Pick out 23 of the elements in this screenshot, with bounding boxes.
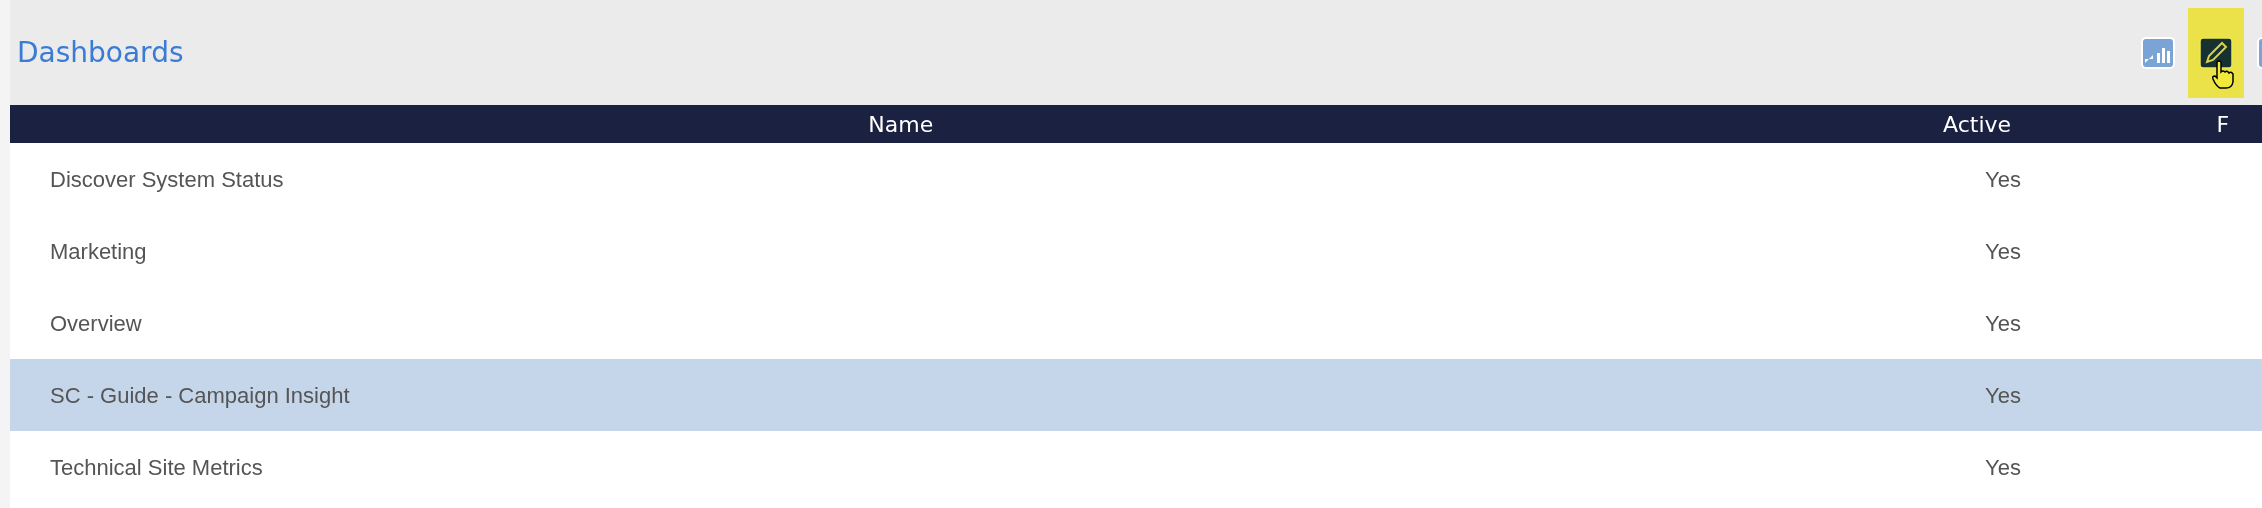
- column-header[interactable]: F: [2162, 107, 2262, 141]
- table-row[interactable]: Technical Site Metrics Yes: [10, 431, 2262, 503]
- dashboard-name: SC - Guide - Campaign Insight: [50, 382, 350, 408]
- dashboard-name: Marketing: [50, 238, 147, 264]
- table-row[interactable]: SC - Guide - Campaign Insight Yes: [10, 359, 2262, 431]
- column-header[interactable]: Active: [1791, 107, 2163, 141]
- active-value: Yes: [1985, 454, 2021, 480]
- hand-cursor-icon: [2210, 59, 2236, 90]
- edit-button[interactable]: [2188, 7, 2244, 98]
- page-title: Dashboards: [16, 34, 184, 71]
- dashboard-name: Discover System Status: [50, 166, 284, 192]
- column-header[interactable]: Name: [10, 107, 1792, 141]
- dashboard-name: Overview: [50, 310, 142, 336]
- table-row[interactable]: Marketing Yes: [10, 215, 2262, 287]
- pencil-icon: [2199, 36, 2233, 69]
- table-row[interactable]: Overview Yes: [10, 287, 2262, 359]
- dashboard-name: Technical Site Metrics: [50, 454, 263, 480]
- active-value: Yes: [1985, 166, 2021, 192]
- report-icon: [2141, 36, 2175, 69]
- active-value: Yes: [1985, 310, 2021, 336]
- active-value: Yes: [1985, 238, 2021, 264]
- active-value: Yes: [1985, 382, 2021, 408]
- table-row[interactable]: Discover System Status Yes: [10, 143, 2262, 215]
